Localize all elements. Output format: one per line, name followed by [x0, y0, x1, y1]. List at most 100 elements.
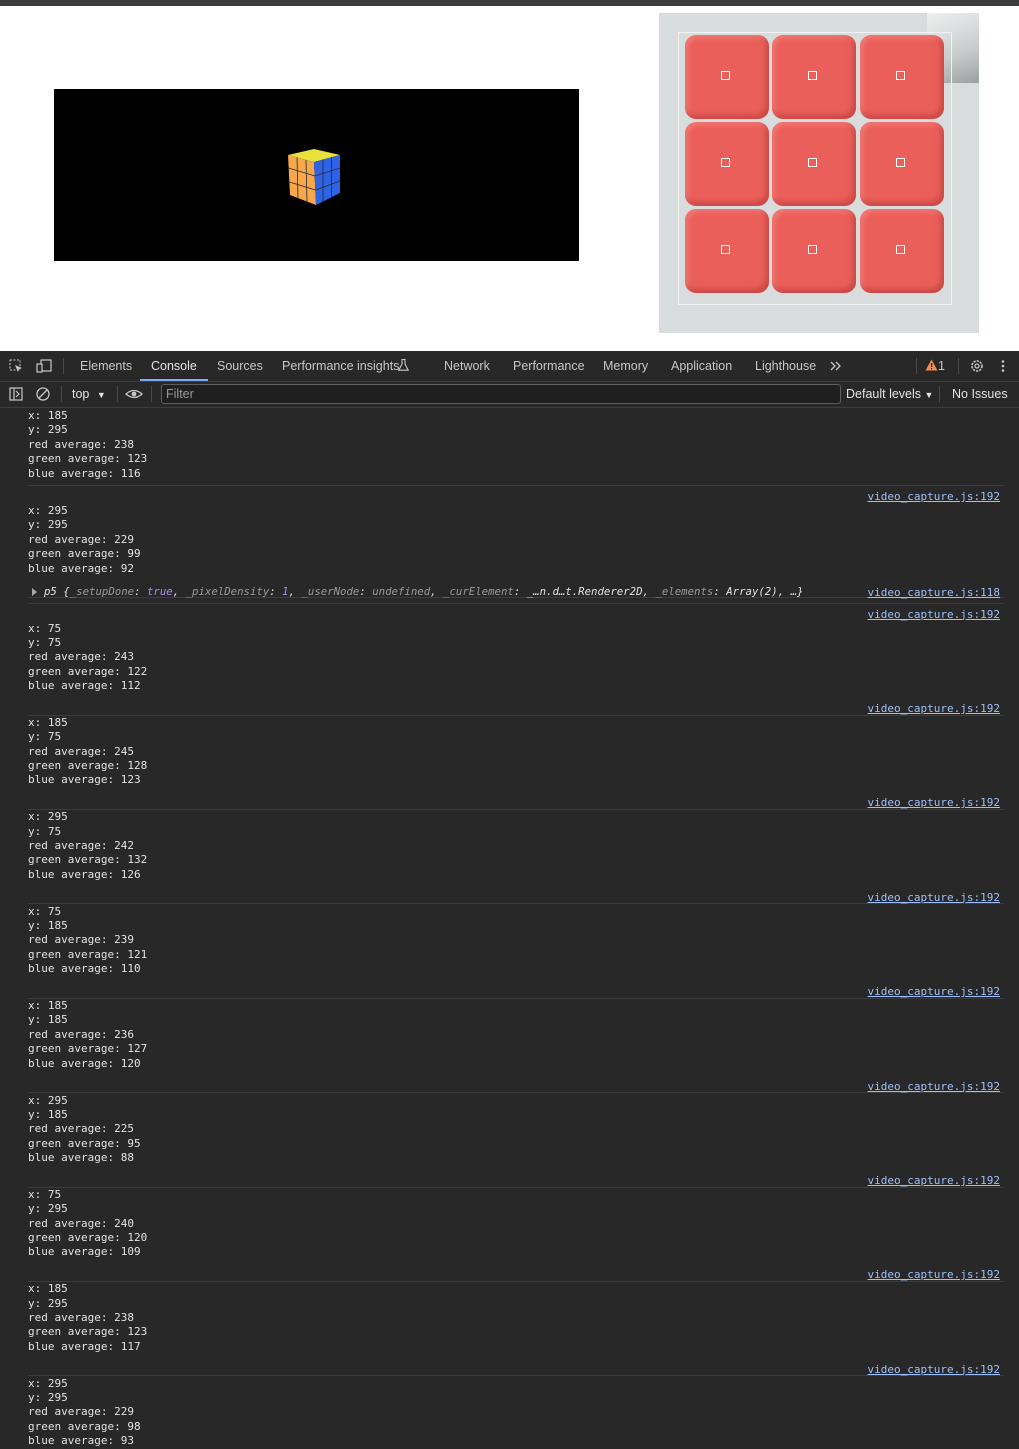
log-line: x: 185	[28, 1282, 68, 1296]
log-line: x: 295	[28, 1376, 68, 1390]
console-filter-input[interactable]: Filter	[161, 384, 841, 404]
log-line: red average: 242	[28, 839, 134, 853]
log-line: blue average: 116	[28, 466, 141, 480]
console-log-entry: x: 295 y: 295 red average: 229 green averag…	[28, 1360, 1004, 1449]
sample-point-marker	[896, 71, 905, 80]
cube-sticker	[772, 122, 856, 206]
rubiks-cube-3d-canvas[interactable]	[54, 89, 579, 261]
object-token: _…n.d…t.Renderer2D	[526, 585, 643, 598]
log-line: red average: 238	[28, 1311, 134, 1325]
warning-count: 1	[938, 359, 945, 373]
log-line: y: 295	[28, 1202, 68, 1216]
console-messages: video_capture.js:192x: 185y: 295red aver…	[0, 407, 1019, 1449]
cube-sticker	[860, 35, 944, 119]
object-token: _pixelDensity	[185, 585, 270, 598]
device-toolbar-icon[interactable]	[36, 358, 52, 374]
console-log-entry: x: 185 y: 295 red average: 238 green averag…	[28, 409, 1004, 486]
tab-elements[interactable]: Elements	[80, 351, 132, 381]
tab-application[interactable]: Application	[671, 351, 732, 381]
object-token: Array(2)	[726, 585, 778, 598]
log-line: green average: 99	[28, 547, 141, 561]
settings-gear-icon[interactable]	[969, 358, 985, 374]
source-link[interactable]: video_capture.js:118	[868, 586, 1000, 600]
clear-console-icon[interactable]	[35, 386, 51, 402]
log-line: y: 75	[28, 635, 62, 649]
log-line: x: 75	[28, 904, 62, 918]
tab-performance[interactable]: Performance	[513, 351, 585, 381]
tab-performance-insights[interactable]: Performance insights	[282, 351, 399, 381]
log-line: green average: 123	[28, 452, 148, 466]
log-line: x: 185	[28, 715, 68, 729]
tab-divider	[63, 358, 64, 374]
tab-lighthouse[interactable]: Lighthouse	[755, 351, 816, 381]
eye-icon[interactable]	[125, 386, 143, 402]
chevron-double-right-icon[interactable]	[829, 358, 843, 374]
object-token: undefined	[372, 585, 431, 598]
log-line: x: 295	[28, 810, 68, 824]
source-link[interactable]: video_capture.js:192	[868, 407, 1000, 408]
context-label: top	[72, 387, 90, 401]
log-line: red average: 239	[28, 933, 134, 947]
dropdown-arrow-icon: ▼	[924, 390, 934, 400]
log-line: x: 185	[28, 999, 68, 1013]
log-line: y: 75	[28, 730, 62, 744]
toolbar-divider	[151, 386, 152, 402]
object-token: 1	[282, 585, 289, 598]
log-line: red average: 229	[28, 1405, 134, 1419]
tab-memory[interactable]: Memory	[603, 351, 648, 381]
sample-point-marker	[721, 158, 730, 167]
log-line: y: 295	[28, 423, 68, 437]
devtools-panel: Elements Console Sources Performance insigh…	[0, 351, 1019, 1449]
log-line: red average: 243	[28, 650, 134, 664]
log-line: green average: 120	[28, 1231, 148, 1245]
cube-sticker	[772, 35, 856, 119]
toolbar-divider	[61, 386, 62, 402]
context-selector[interactable]: top ▼	[72, 382, 106, 407]
sample-point-marker	[896, 245, 905, 254]
tab-sources[interactable]: Sources	[217, 351, 263, 381]
log-line: red average: 225	[28, 1122, 134, 1136]
log-line: blue average: 126	[28, 867, 141, 881]
log-line: green average: 121	[28, 947, 148, 961]
object-log-entry[interactable]: p5 {_setupDone: true, _pixelDensity: 1, …	[28, 581, 1004, 604]
object-token: _userNode	[301, 585, 360, 598]
inspect-element-icon[interactable]	[8, 358, 24, 374]
tab-network[interactable]: Network	[444, 351, 490, 381]
log-line: blue average: 112	[28, 679, 141, 693]
toolbar-divider	[117, 386, 118, 402]
sample-point-marker	[896, 158, 905, 167]
log-line: y: 295	[28, 518, 68, 532]
cube-sticker	[685, 35, 769, 119]
log-line: red average: 229	[28, 532, 134, 546]
tab-console[interactable]: Console	[140, 351, 208, 381]
log-line: blue average: 92	[28, 561, 134, 575]
log-line: blue average: 93	[28, 1434, 134, 1448]
log-line: blue average: 117	[28, 1339, 141, 1353]
devtools-tab-bar: Elements Console Sources Performance insigh…	[0, 351, 1019, 382]
log-line: y: 295	[28, 1296, 68, 1310]
cube-sticker	[685, 122, 769, 206]
log-levels-dropdown[interactable]: Default levels ▼	[846, 382, 933, 407]
more-options-icon[interactable]	[998, 358, 1008, 374]
sample-point-marker	[808, 71, 817, 80]
log-line: y: 185	[28, 919, 68, 933]
issues-button[interactable]: No Issues	[952, 382, 1008, 407]
log-line: red average: 245	[28, 744, 134, 758]
expand-triangle-icon[interactable]	[32, 588, 37, 596]
experiment-flask-icon	[397, 351, 410, 381]
log-line: red average: 240	[28, 1216, 134, 1230]
show-sidebar-icon[interactable]	[8, 386, 24, 402]
log-line: green average: 127	[28, 1042, 148, 1056]
log-line: y: 295	[28, 1391, 68, 1405]
warnings-counter[interactable]: 1	[925, 351, 945, 381]
sample-point-marker	[808, 245, 817, 254]
sample-point-marker	[721, 245, 730, 254]
object-token: true	[146, 585, 173, 598]
rubiks-cube-render	[288, 149, 341, 205]
cube-sticker	[860, 122, 944, 206]
log-line: y: 75	[28, 824, 62, 838]
log-line: y: 185	[28, 1107, 68, 1121]
cube-sticker	[685, 209, 769, 293]
log-line: green average: 123	[28, 1325, 148, 1339]
cube-sticker	[860, 209, 944, 293]
